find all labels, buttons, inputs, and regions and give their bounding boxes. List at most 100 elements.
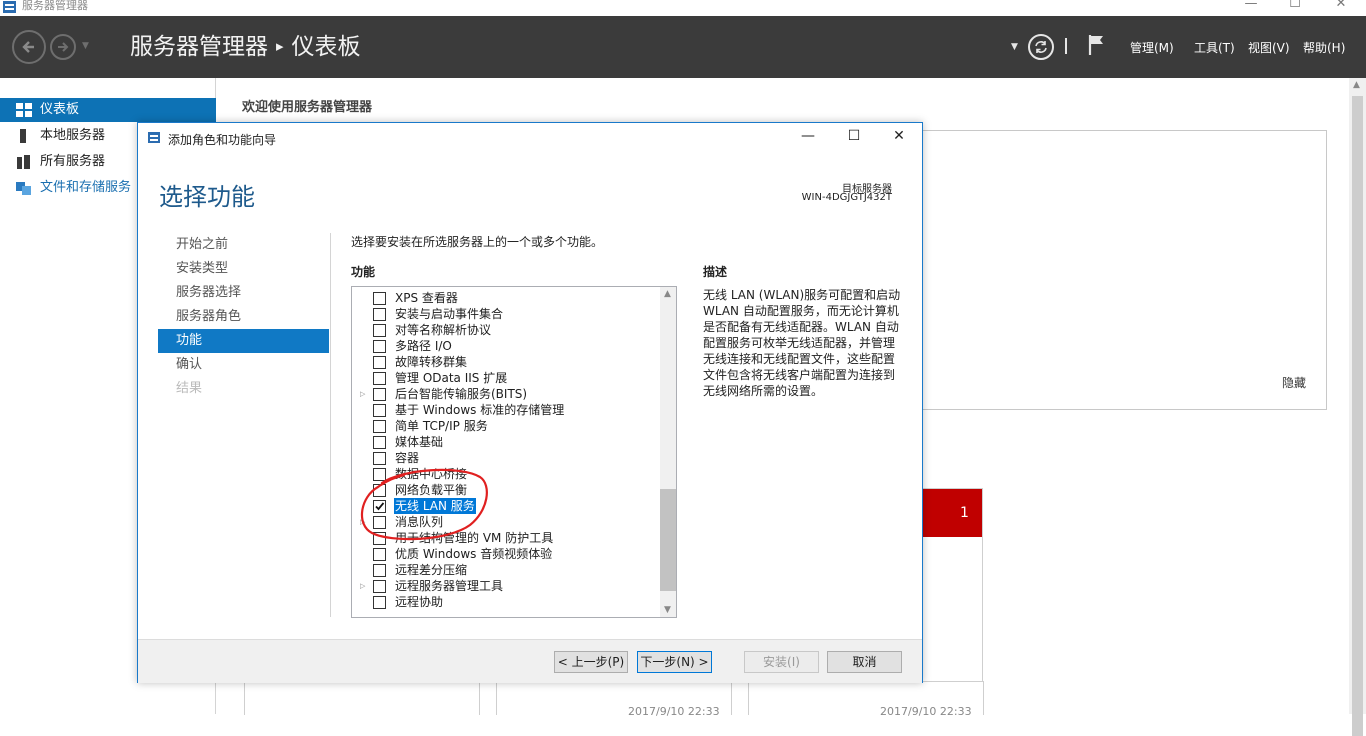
wizard-step: 结果 bbox=[176, 381, 203, 396]
feature-label[interactable]: 基于 Windows 标准的存储管理 bbox=[394, 402, 565, 418]
alert-count: 1 bbox=[960, 505, 969, 521]
flag-icon[interactable] bbox=[1087, 33, 1107, 57]
feature-row[interactable]: XPS 查看器 bbox=[352, 290, 658, 306]
feature-label[interactable]: 简单 TCP/IP 服务 bbox=[394, 418, 489, 434]
feature-row[interactable]: 多路径 I/O bbox=[352, 338, 658, 354]
scrollbar-thumb[interactable] bbox=[1352, 96, 1363, 736]
steps-divider bbox=[330, 233, 331, 617]
scroll-up-icon[interactable]: ▲ bbox=[664, 289, 671, 299]
history-dropdown-icon[interactable]: ▼ bbox=[82, 41, 89, 51]
dashboard-tile[interactable] bbox=[244, 681, 480, 715]
feature-checkbox[interactable] bbox=[373, 292, 386, 305]
wizard-step[interactable]: 服务器选择 bbox=[158, 281, 329, 305]
feature-checkbox[interactable] bbox=[373, 340, 386, 353]
forward-button[interactable] bbox=[50, 34, 76, 60]
features-heading: 功能 bbox=[351, 265, 376, 279]
menu-help[interactable]: 帮助(H) bbox=[1303, 39, 1345, 56]
cancel-button[interactable]: 取消 bbox=[827, 651, 902, 673]
feature-checkbox[interactable] bbox=[373, 308, 386, 321]
feature-label[interactable]: 安装与启动事件集合 bbox=[394, 306, 504, 322]
arrow-left-icon bbox=[22, 41, 34, 53]
feature-label[interactable]: 容器 bbox=[394, 450, 420, 466]
alert-badge bbox=[922, 489, 982, 537]
feature-checkbox[interactable] bbox=[373, 452, 386, 465]
feature-label[interactable]: 优质 Windows 音频视频体验 bbox=[394, 546, 553, 562]
feature-label[interactable]: 远程服务器管理工具 bbox=[394, 578, 504, 594]
app-header: ▼ 服务器管理器 ▸ 仪表板 ▼ 管理(M) 工具(T) 视图(V) 帮助(H) bbox=[0, 16, 1366, 78]
main-scrollbar[interactable]: ▲ bbox=[1349, 78, 1366, 736]
minimize-button[interactable]: — bbox=[1228, 0, 1274, 12]
scroll-down-icon[interactable]: ▼ bbox=[664, 605, 671, 615]
feature-checkbox[interactable] bbox=[373, 324, 386, 337]
feature-checkbox[interactable] bbox=[373, 388, 386, 401]
feature-row[interactable]: 管理 OData IIS 扩展 bbox=[352, 370, 658, 386]
wizard-step[interactable]: 功能 bbox=[158, 329, 329, 353]
wizard-step[interactable]: 开始之前 bbox=[158, 233, 329, 257]
notifications-dropdown-icon[interactable]: ▼ bbox=[1011, 42, 1018, 52]
feature-row[interactable]: 远程协助 bbox=[352, 594, 658, 610]
wizard-close-button[interactable]: ✕ bbox=[888, 128, 910, 146]
next-button[interactable]: 下一步(N) > bbox=[637, 651, 712, 673]
features-scrollbar[interactable]: ▲ ▼ bbox=[660, 287, 676, 617]
feature-row[interactable]: 媒体基础 bbox=[352, 434, 658, 450]
feature-row[interactable]: 基于 Windows 标准的存储管理 bbox=[352, 402, 658, 418]
instruction-text: 选择要安装在所选服务器上的一个或多个功能。 bbox=[351, 235, 604, 249]
maximize-button[interactable]: ☐ bbox=[1272, 0, 1318, 12]
feature-checkbox[interactable] bbox=[373, 356, 386, 369]
server-manager-icon bbox=[3, 1, 16, 13]
window-titlebar: 服务器管理器 — ☐ ✕ bbox=[0, 0, 1366, 16]
wizard-maximize-button[interactable]: ☐ bbox=[843, 128, 865, 146]
breadcrumb-root[interactable]: 服务器管理器 bbox=[130, 34, 268, 60]
feature-row[interactable]: 远程差分压缩 bbox=[352, 562, 658, 578]
menu-manage[interactable]: 管理(M) bbox=[1130, 39, 1174, 56]
feature-checkbox[interactable] bbox=[373, 548, 386, 561]
destination-server-name: WIN-4DGJGTJ432T bbox=[801, 192, 892, 203]
feature-label[interactable]: 故障转移群集 bbox=[394, 354, 468, 370]
sidebar-item-dashboard[interactable]: 仪表板 bbox=[0, 98, 216, 122]
feature-label[interactable]: XPS 查看器 bbox=[394, 290, 459, 306]
expand-icon[interactable]: ▷ bbox=[360, 386, 365, 402]
feature-label[interactable]: 远程协助 bbox=[394, 594, 444, 610]
feature-checkbox[interactable] bbox=[373, 372, 386, 385]
feature-checkbox[interactable] bbox=[373, 436, 386, 449]
feature-row[interactable]: 对等名称解析协议 bbox=[352, 322, 658, 338]
feature-row[interactable]: 容器 bbox=[352, 450, 658, 466]
feature-checkbox[interactable] bbox=[373, 404, 386, 417]
feature-label[interactable]: 远程差分压缩 bbox=[394, 562, 468, 578]
menu-tools[interactable]: 工具(T) bbox=[1194, 39, 1235, 56]
install-button[interactable]: 安装(I) bbox=[744, 651, 819, 673]
refresh-button[interactable] bbox=[1028, 34, 1054, 60]
wizard-step[interactable]: 确认 bbox=[158, 353, 329, 377]
features-tree[interactable]: XPS 查看器 安装与启动事件集合 对等名称解析协议 多路径 I/O 故障转移群集 管理 … bbox=[351, 286, 677, 618]
scroll-up-icon[interactable]: ▲ bbox=[1353, 80, 1360, 90]
feature-row[interactable]: 优质 Windows 音频视频体验 bbox=[352, 546, 658, 562]
feature-row[interactable]: ▷ 远程服务器管理工具 bbox=[352, 578, 658, 594]
expand-icon[interactable]: ▷ bbox=[360, 578, 365, 594]
scrollbar-thumb[interactable] bbox=[660, 489, 676, 591]
feature-row[interactable]: 简单 TCP/IP 服务 bbox=[352, 418, 658, 434]
window-title: 服务器管理器 bbox=[22, 0, 88, 12]
feature-label[interactable]: 后台智能传输服务(BITS) bbox=[394, 386, 528, 402]
wizard-step[interactable]: 安装类型 bbox=[158, 257, 329, 281]
feature-label[interactable]: 对等名称解析协议 bbox=[394, 322, 492, 338]
add-roles-features-wizard: 添加角色和功能向导 — ☐ ✕ 选择功能 目标服务器 WIN-4DGJGTJ43… bbox=[137, 122, 923, 683]
feature-checkbox[interactable] bbox=[373, 564, 386, 577]
feature-checkbox[interactable] bbox=[373, 596, 386, 609]
close-window-button[interactable]: ✕ bbox=[1318, 0, 1364, 12]
wizard-minimize-button[interactable]: — bbox=[797, 128, 819, 146]
feature-row[interactable]: ▷ 后台智能传输服务(BITS) bbox=[352, 386, 658, 402]
back-button[interactable] bbox=[12, 30, 46, 64]
feature-checkbox[interactable] bbox=[373, 580, 386, 593]
feature-label[interactable]: 媒体基础 bbox=[394, 434, 444, 450]
hide-link[interactable]: 隐藏 bbox=[1282, 374, 1306, 391]
storage-icon bbox=[16, 182, 31, 195]
feature-label[interactable]: 多路径 I/O bbox=[394, 338, 453, 354]
wizard-step[interactable]: 服务器角色 bbox=[158, 305, 329, 329]
previous-button[interactable]: < 上一步(P) bbox=[554, 651, 628, 673]
feature-label[interactable]: 管理 OData IIS 扩展 bbox=[394, 370, 508, 386]
menu-view[interactable]: 视图(V) bbox=[1248, 39, 1290, 56]
feature-checkbox[interactable] bbox=[373, 420, 386, 433]
feature-row[interactable]: 安装与启动事件集合 bbox=[352, 306, 658, 322]
wizard-footer: < 上一步(P) 下一步(N) > 安装(I) 取消 bbox=[138, 639, 922, 683]
feature-row[interactable]: 故障转移群集 bbox=[352, 354, 658, 370]
